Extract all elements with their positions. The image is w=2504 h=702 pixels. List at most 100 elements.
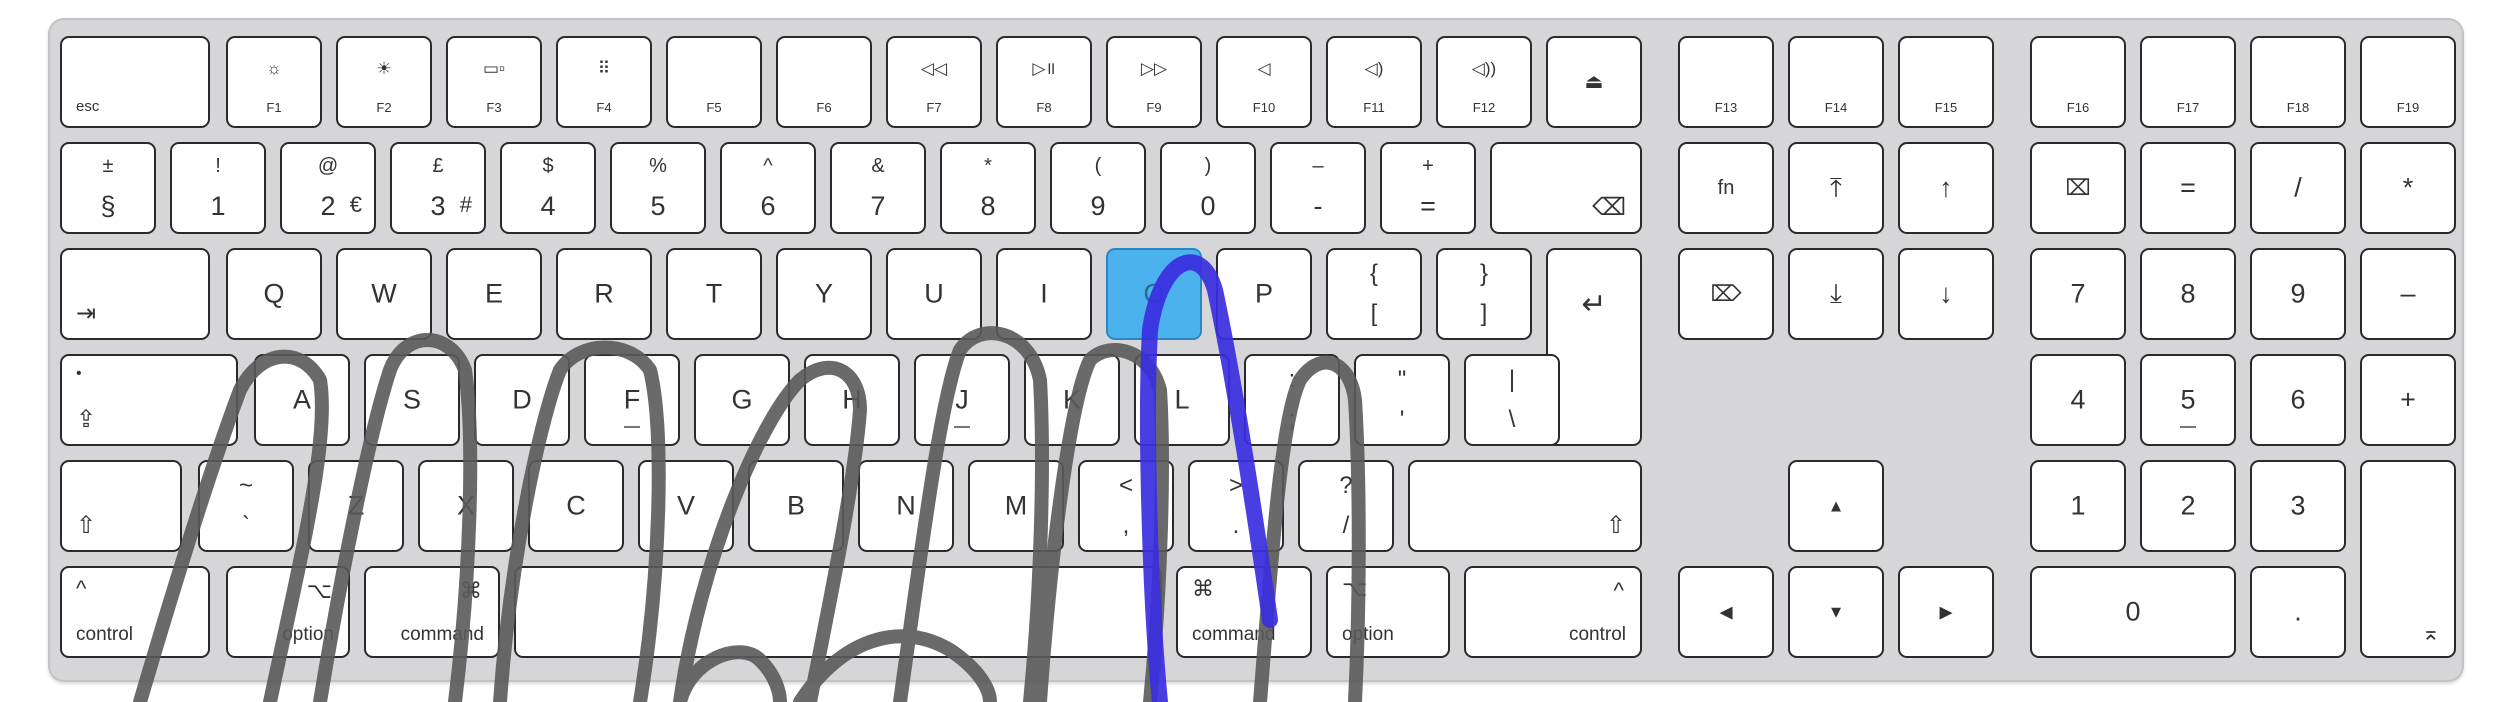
key-a[interactable]: A	[254, 354, 350, 446]
key-num-6[interactable]: 6	[2250, 354, 2346, 446]
key-shift-right[interactable]: ⇧	[1408, 460, 1642, 552]
key-forward-delete[interactable]: ⌦	[1678, 248, 1774, 340]
key-c[interactable]: C	[528, 460, 624, 552]
key-num-7[interactable]: 7	[2030, 248, 2126, 340]
key-minus[interactable]: – -	[1270, 142, 1366, 234]
key-arrow-down[interactable]: ▼	[1788, 566, 1884, 658]
key-f18[interactable]: F18	[2250, 36, 2346, 128]
key-s[interactable]: S	[364, 354, 460, 446]
key-semicolon[interactable]: : ;	[1244, 354, 1340, 446]
key-f6[interactable]: F6	[776, 36, 872, 128]
key-arrow-up[interactable]: ▲	[1788, 460, 1884, 552]
key-return[interactable]: ↵	[1546, 248, 1642, 446]
key-slash[interactable]: ? /	[1298, 460, 1394, 552]
key-end[interactable]: ⤓	[1788, 248, 1884, 340]
key-7[interactable]: & 7	[830, 142, 926, 234]
key-6[interactable]: ^ 6	[720, 142, 816, 234]
key-2[interactable]: @ 2 €	[280, 142, 376, 234]
key-9[interactable]: ( 9	[1050, 142, 1146, 234]
key-num-plus[interactable]: +	[2360, 354, 2456, 446]
key-shift-left[interactable]: ⇧	[60, 460, 182, 552]
key-z[interactable]: Z	[308, 460, 404, 552]
key-f19[interactable]: F19	[2360, 36, 2456, 128]
key-left-bracket[interactable]: { [	[1326, 248, 1422, 340]
key-num-4[interactable]: 4	[2030, 354, 2126, 446]
key-8[interactable]: * 8	[940, 142, 1036, 234]
key-command-left[interactable]: ⌘ command	[364, 566, 500, 658]
key-o-highlighted[interactable]: O	[1106, 248, 1202, 340]
key-f3[interactable]: ▭▫ F3	[446, 36, 542, 128]
key-comma[interactable]: < ,	[1078, 460, 1174, 552]
key-x[interactable]: X	[418, 460, 514, 552]
key-r[interactable]: R	[556, 248, 652, 340]
key-0[interactable]: ) 0	[1160, 142, 1256, 234]
key-delete[interactable]: ⌫	[1490, 142, 1642, 234]
key-m[interactable]: M	[968, 460, 1064, 552]
key-f11[interactable]: ◁) F11	[1326, 36, 1422, 128]
key-home[interactable]: ⤒	[1788, 142, 1884, 234]
key-num-0[interactable]: 0	[2030, 566, 2236, 658]
key-tab[interactable]: ⇥	[60, 248, 210, 340]
key-fn[interactable]: fn	[1678, 142, 1774, 234]
key-option-left[interactable]: ⌥ option	[226, 566, 350, 658]
key-caps-lock[interactable]: • ⇪	[60, 354, 238, 446]
key-f9[interactable]: ▷▷ F9	[1106, 36, 1202, 128]
key-f7[interactable]: ◁◁ F7	[886, 36, 982, 128]
key-num-equals[interactable]: =	[2140, 142, 2236, 234]
key-f5[interactable]: F5	[666, 36, 762, 128]
key-num-enter[interactable]: ⌅	[2360, 460, 2456, 658]
key-option-right[interactable]: ⌥ option	[1326, 566, 1450, 658]
key-y[interactable]: Y	[776, 248, 872, 340]
key-num-5[interactable]: 5	[2140, 354, 2236, 446]
key-l[interactable]: L	[1134, 354, 1230, 446]
key-command-right[interactable]: ⌘ command	[1176, 566, 1312, 658]
key-arrow-left[interactable]: ◀	[1678, 566, 1774, 658]
key-f17[interactable]: F17	[2140, 36, 2236, 128]
key-g[interactable]: G	[694, 354, 790, 446]
key-4[interactable]: $ 4	[500, 142, 596, 234]
key-5[interactable]: % 5	[610, 142, 706, 234]
key-num-2[interactable]: 2	[2140, 460, 2236, 552]
key-period[interactable]: > .	[1188, 460, 1284, 552]
key-j[interactable]: J	[914, 354, 1010, 446]
key-num-minus[interactable]: –	[2360, 248, 2456, 340]
key-section[interactable]: ± §	[60, 142, 156, 234]
key-num-3[interactable]: 3	[2250, 460, 2346, 552]
key-f12[interactable]: ◁)) F12	[1436, 36, 1532, 128]
key-esc[interactable]: esc	[60, 36, 210, 128]
key-eject[interactable]: ⏏	[1546, 36, 1642, 128]
key-f2[interactable]: ☀ F2	[336, 36, 432, 128]
key-quote[interactable]: " '	[1354, 354, 1450, 446]
key-h[interactable]: H	[804, 354, 900, 446]
key-b[interactable]: B	[748, 460, 844, 552]
key-f[interactable]: F	[584, 354, 680, 446]
key-num-8[interactable]: 8	[2140, 248, 2236, 340]
key-k[interactable]: K	[1024, 354, 1120, 446]
key-w[interactable]: W	[336, 248, 432, 340]
key-i[interactable]: I	[996, 248, 1092, 340]
key-f4[interactable]: ⠿ F4	[556, 36, 652, 128]
key-n[interactable]: N	[858, 460, 954, 552]
key-f14[interactable]: F14	[1788, 36, 1884, 128]
key-f16[interactable]: F16	[2030, 36, 2126, 128]
key-num-star[interactable]: *	[2360, 142, 2456, 234]
key-p[interactable]: P	[1216, 248, 1312, 340]
key-1[interactable]: ! 1	[170, 142, 266, 234]
key-num-slash[interactable]: /	[2250, 142, 2346, 234]
key-page-down[interactable]: ↓	[1898, 248, 1994, 340]
key-equals[interactable]: + =	[1380, 142, 1476, 234]
key-clear[interactable]: ⌧	[2030, 142, 2126, 234]
key-q[interactable]: Q	[226, 248, 322, 340]
key-right-bracket[interactable]: } ]	[1436, 248, 1532, 340]
key-backslash[interactable]: | \	[1464, 354, 1560, 446]
key-space[interactable]	[514, 566, 1162, 658]
key-control-right[interactable]: ^ control	[1464, 566, 1642, 658]
key-f15[interactable]: F15	[1898, 36, 1994, 128]
key-e[interactable]: E	[446, 248, 542, 340]
key-f13[interactable]: F13	[1678, 36, 1774, 128]
key-f10[interactable]: ◁ F10	[1216, 36, 1312, 128]
key-num-dot[interactable]: .	[2250, 566, 2346, 658]
key-control-left[interactable]: ^ control	[60, 566, 210, 658]
key-t[interactable]: T	[666, 248, 762, 340]
key-f8[interactable]: ▷॥ F8	[996, 36, 1092, 128]
